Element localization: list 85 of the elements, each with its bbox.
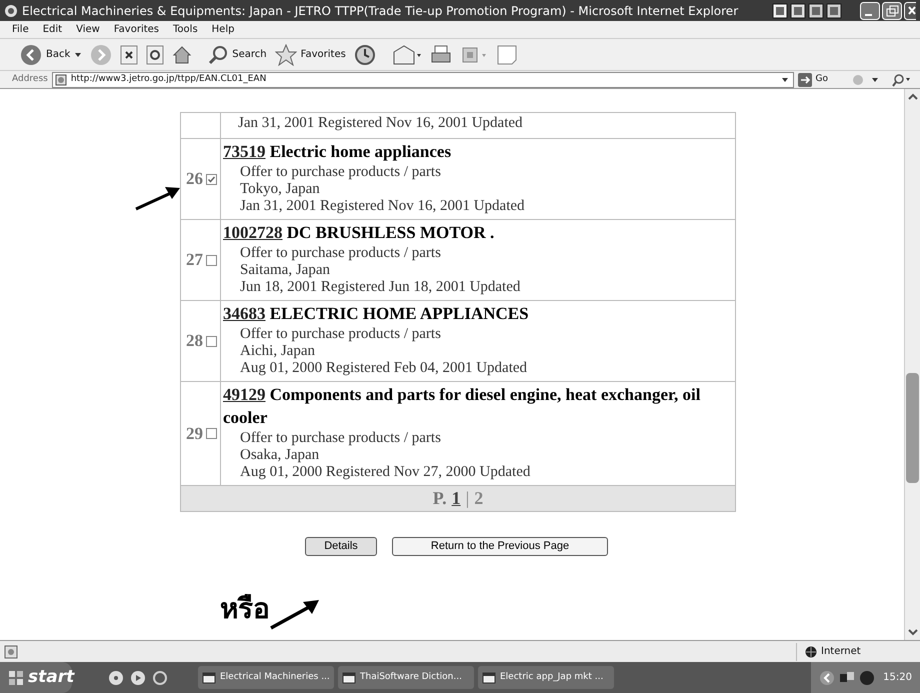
checkbox[interactable] <box>206 174 217 184</box>
listing-id-link[interactable]: 73519 <box>223 142 266 161</box>
taskbar-button[interactable]: ThaiSoftware Diction... <box>338 666 474 689</box>
dropdown-icon <box>74 50 82 58</box>
window-icon <box>342 670 356 684</box>
clock: 15:20 <box>883 671 912 685</box>
menu-item[interactable]: Edit <box>42 22 62 37</box>
go-button[interactable]: Go <box>798 72 828 86</box>
printer-icon[interactable] <box>430 44 452 66</box>
page-separator: | <box>466 487 470 510</box>
listing-title: 73519 Electric home appliances <box>223 141 452 163</box>
close-icon[interactable] <box>904 2 916 20</box>
listing-title: 1002728 DC BRUSHLESS MOTOR . <box>223 222 496 244</box>
row-number: 27 <box>186 249 203 272</box>
status-zone: Internet <box>821 645 861 659</box>
listing-id-link[interactable]: 34683 <box>223 304 266 323</box>
home-icon[interactable] <box>172 44 192 64</box>
location-text: Saitama, Japan <box>239 262 331 279</box>
magnifier-icon <box>208 44 228 64</box>
restore-icon[interactable] <box>882 2 902 20</box>
pointer-arrow-icon <box>269 598 321 630</box>
page-icon <box>54 74 67 86</box>
form-button[interactable]: Details <box>305 537 377 556</box>
go-arrow-icon <box>798 72 812 86</box>
page-status-icon <box>4 644 18 658</box>
tray-expand-icon[interactable] <box>819 670 836 686</box>
form-button[interactable]: Return to the Previous Page <box>392 537 608 556</box>
location-text: Osaka, Japan <box>239 447 320 464</box>
checkbox[interactable] <box>206 254 217 266</box>
scroll-thumb[interactable] <box>906 373 919 483</box>
window-icon <box>482 670 496 684</box>
row-number: 28 <box>186 330 203 352</box>
address-field[interactable]: http://www3.jetro.go.jp/ttpp/EAN.CL01_EAN <box>52 72 794 88</box>
disc-icon[interactable] <box>108 670 124 686</box>
favorites-button[interactable]: Favorites <box>274 44 346 66</box>
scrollbar[interactable] <box>904 89 920 640</box>
date-text: Aug 01, 2000 Registered Feb 04, 2001 Updated <box>239 360 528 377</box>
page-prefix: P. <box>432 487 447 510</box>
menu-item[interactable]: File <box>12 22 29 37</box>
listing-title: 34683 ELECTRIC HOME APPLIANCES <box>223 303 530 325</box>
menu-item[interactable]: Tools <box>173 22 198 37</box>
refresh-icon[interactable] <box>146 44 164 64</box>
app-icon[interactable] <box>772 2 788 18</box>
window-title: Electrical Machineries & Equipments: Japan - JETRO TTPP(Trade Tie-up Promotion Program) - Microsoft Internet Explorer <box>22 2 738 20</box>
offer-type: Offer to purchase products / parts <box>239 430 442 447</box>
app-icon[interactable] <box>826 2 842 18</box>
location-text: Aichi, Japan <box>239 343 316 360</box>
offer-type: Offer to purchase products / parts <box>239 245 442 262</box>
menu-item[interactable]: Help <box>212 22 234 37</box>
menu-item[interactable]: Favorites <box>114 22 160 37</box>
offer-type: Offer to purchase products / parts <box>239 164 442 181</box>
date-text: Jun 18, 2001 Registered Jun 18, 2001 Updated <box>239 279 522 296</box>
history-icon[interactable] <box>354 44 376 66</box>
note-icon[interactable] <box>496 44 518 66</box>
menu-item[interactable]: View <box>76 22 100 37</box>
annotation-text: หรือ <box>220 593 270 627</box>
listing-id-link[interactable]: 49129 <box>223 385 266 404</box>
date-text: Jan 31, 2001 Registered Nov 16, 2001 Updated <box>237 115 524 132</box>
offer-type: Offer to purchase products / parts <box>239 326 442 343</box>
star-icon <box>274 44 297 66</box>
checkbox[interactable] <box>206 428 217 439</box>
window-icon <box>202 670 216 684</box>
app-icon[interactable] <box>808 2 824 18</box>
page-link[interactable]: 1 <box>452 485 461 512</box>
back-button[interactable]: Back <box>20 44 82 66</box>
stop-icon[interactable] <box>120 44 138 64</box>
row-number: 26 <box>186 168 203 190</box>
checkbox[interactable] <box>206 336 217 346</box>
address-label: Address <box>12 72 48 86</box>
globe-icon <box>805 646 817 658</box>
row-number: 29 <box>186 422 203 445</box>
listing-title: 49129 Components and parts for diesel engine, heat exchanger, oil cooler <box>223 384 702 429</box>
listing-id-link[interactable]: 1002728 <box>223 223 282 242</box>
date-text: Aug 01, 2000 Registered Nov 27, 2000 Updated <box>239 464 532 481</box>
date-text: Jan 31, 2001 Registered Nov 16, 2001 Updated <box>239 198 526 215</box>
app-icon[interactable] <box>790 2 806 18</box>
play-icon[interactable] <box>130 670 146 686</box>
taskbar-button[interactable]: Electric app_Jap mkt ... <box>478 666 614 689</box>
find-icon[interactable] <box>892 72 912 86</box>
pointer-arrow-icon <box>135 185 181 211</box>
taskbar-button[interactable]: Electrical Machineries ... <box>198 666 334 689</box>
minimize-icon[interactable] <box>860 2 880 20</box>
windows-flag-icon <box>8 670 24 686</box>
location-text: Tokyo, Japan <box>239 181 321 198</box>
search-button[interactable]: Search <box>208 44 267 64</box>
